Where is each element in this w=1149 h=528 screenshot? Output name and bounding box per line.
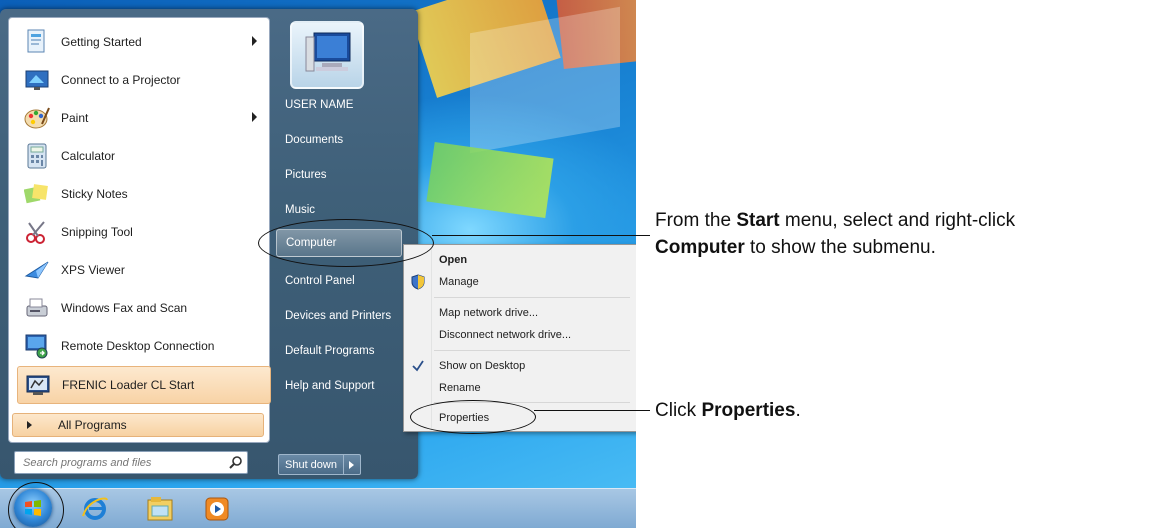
program-connect-projector[interactable]: Connect to a Projector — [17, 62, 269, 98]
menu-item-map-drive[interactable]: Map network drive... — [439, 307, 538, 319]
menu-item-open[interactable]: Open — [439, 254, 467, 266]
frenic-loader-icon — [24, 371, 52, 399]
menu-item-disconnect-drive[interactable]: Disconnect network drive... — [439, 329, 571, 341]
program-label: Remote Desktop Connection — [61, 339, 215, 353]
fax-scanner-icon — [23, 294, 51, 322]
leader-line-properties — [534, 410, 650, 411]
program-label: XPS Viewer — [61, 263, 125, 277]
wallpaper-logo-green — [426, 141, 554, 219]
shutdown-button[interactable]: Shut down — [278, 454, 344, 475]
default-programs-link[interactable]: Default Programs — [276, 337, 402, 365]
program-fax-scan[interactable]: Windows Fax and Scan — [17, 290, 269, 326]
menu-item-manage[interactable]: Manage — [439, 276, 479, 288]
callout-computer: From the Start menu, select and right-cl… — [655, 210, 1016, 258]
program-label: Calculator — [61, 149, 116, 163]
search-box[interactable] — [14, 451, 248, 474]
program-label: Connect to a Projector — [61, 73, 181, 87]
program-calculator[interactable]: Calculator — [17, 138, 269, 174]
program-sticky-notes[interactable]: Sticky Notes — [17, 176, 269, 212]
projector-icon — [23, 66, 51, 94]
remote-desktop-icon — [23, 332, 51, 360]
program-remote-desktop[interactable]: Remote Desktop Connection — [17, 328, 269, 364]
leader-line-computer — [432, 235, 650, 236]
menu-separator — [434, 297, 630, 298]
checkmark-icon — [411, 359, 425, 378]
submenu-arrow-icon — [252, 36, 257, 46]
program-xps-viewer[interactable]: XPS Viewer — [17, 252, 269, 288]
menu-item-rename[interactable]: Rename — [439, 382, 481, 394]
screenshot-area: Getting Started Connect to a Projector P… — [0, 0, 636, 528]
expand-arrow-icon — [27, 421, 32, 429]
shield-icon — [411, 274, 425, 295]
annotation-oval-computer — [258, 219, 434, 267]
control-panel-link[interactable]: Control Panel — [276, 267, 402, 295]
program-label: Paint — [61, 111, 89, 125]
user-picture[interactable] — [290, 21, 364, 89]
program-snipping-tool[interactable]: Snipping Tool — [17, 214, 269, 250]
sticky-notes-icon — [23, 180, 51, 208]
callout-properties: Click Properties. — [655, 400, 801, 421]
scissors-icon — [23, 218, 51, 246]
windows-explorer-icon[interactable] — [145, 494, 175, 524]
wallpaper-logo-pane — [470, 6, 620, 154]
shutdown-group: Shut down — [278, 454, 361, 475]
annotation-oval-properties — [410, 400, 536, 434]
menu-item-show-desktop[interactable]: Show on Desktop — [439, 360, 525, 372]
search-icon[interactable] — [229, 455, 243, 469]
devices-printers-link[interactable]: Devices and Printers — [276, 302, 402, 330]
all-programs-label: All Programs — [58, 418, 127, 432]
xps-viewer-icon — [23, 256, 51, 284]
program-label: Sticky Notes — [61, 187, 128, 201]
all-programs-button[interactable]: All Programs — [12, 413, 264, 437]
chevron-right-icon — [349, 460, 355, 469]
help-support-link[interactable]: Help and Support — [276, 372, 402, 400]
program-frenic-loader[interactable]: FRENIC Loader CL Start — [17, 366, 271, 404]
program-label: FRENIC Loader CL Start — [62, 378, 195, 392]
internet-explorer-icon[interactable] — [80, 494, 110, 524]
pictures-link[interactable]: Pictures — [276, 161, 402, 189]
user-name-link[interactable]: USER NAME — [276, 91, 402, 119]
media-player-icon[interactable] — [202, 494, 232, 524]
program-label: Snipping Tool — [61, 225, 133, 239]
documents-link[interactable]: Documents — [276, 126, 402, 154]
search-input[interactable] — [21, 455, 225, 470]
shutdown-options-button[interactable] — [343, 454, 361, 475]
calculator-icon — [23, 142, 51, 170]
programs-pane: Getting Started Connect to a Projector P… — [8, 17, 271, 443]
program-label: Getting Started — [61, 35, 142, 49]
getting-started-icon — [23, 28, 51, 56]
submenu-arrow-icon — [252, 112, 257, 122]
menu-separator — [434, 350, 630, 351]
computer-monitor-icon — [305, 32, 351, 72]
program-getting-started[interactable]: Getting Started — [17, 24, 269, 60]
program-paint[interactable]: Paint — [17, 100, 269, 136]
program-label: Windows Fax and Scan — [61, 301, 188, 315]
paint-palette-icon — [23, 104, 51, 132]
menu-gutter — [431, 247, 432, 429]
